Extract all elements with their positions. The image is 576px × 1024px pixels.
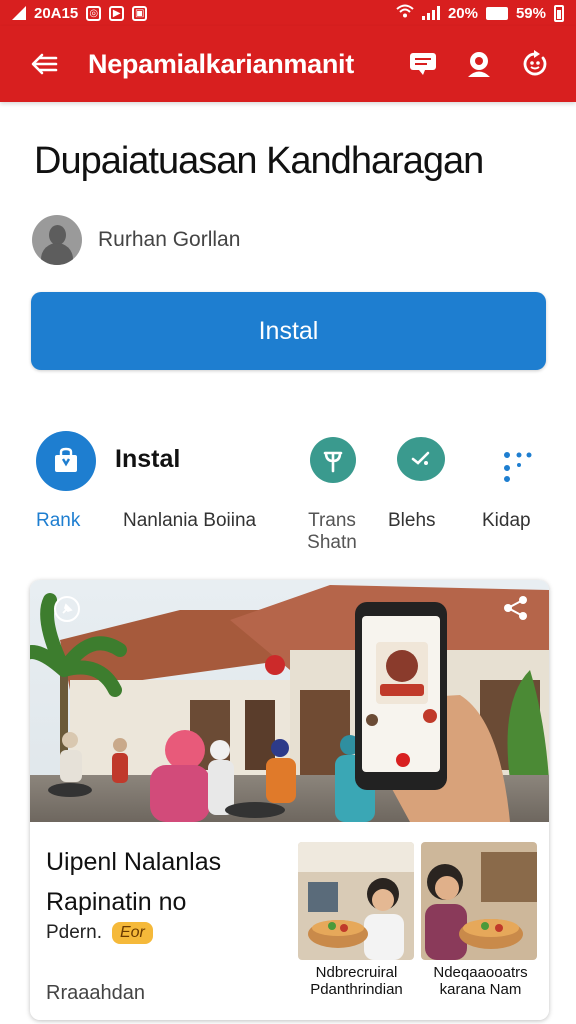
thumb-caption-2[interactable]: Ndeqaaooatrs karana Nam xyxy=(418,964,543,998)
app-notification-icon: ▣ xyxy=(132,5,148,21)
action-label-nanlania[interactable]: Nanlania Boiina xyxy=(123,510,256,532)
fork-icon[interactable] xyxy=(310,437,356,483)
status-bar: 20A15 ◎ ▶ ▣ 20% 59% xyxy=(0,0,576,26)
search-icon[interactable] xyxy=(464,49,494,79)
avatar xyxy=(32,215,82,265)
app-title: Nepamialkarianmanit xyxy=(88,48,354,79)
card-title[interactable]: Uipenl Nalanlas Rapinatin no xyxy=(46,842,296,922)
back-arrow-icon[interactable] xyxy=(0,26,88,102)
thumb-image-2[interactable] xyxy=(421,842,537,960)
card-footer: Rraaahdan xyxy=(46,982,145,1004)
battery-icon xyxy=(554,4,564,22)
install-inline-label[interactable]: Instal xyxy=(115,445,180,474)
chat-icon[interactable] xyxy=(408,49,438,79)
featured-card[interactable]: Uipenl Nalanlas Rapinatin no Pdern. Eor … xyxy=(30,580,549,1020)
thumb-image-1[interactable] xyxy=(298,842,414,960)
share-icon[interactable] xyxy=(502,594,532,624)
bag-icon[interactable] xyxy=(36,431,96,491)
battery-block-icon xyxy=(485,6,508,20)
signal-strength-icon xyxy=(12,6,26,20)
card-meta-text: Pdern. xyxy=(46,922,102,943)
action-label-rank[interactable]: Rank xyxy=(36,510,80,532)
author-row[interactable]: Rurhan Gorllan xyxy=(32,215,240,265)
card-body: Uipenl Nalanlas Rapinatin no Pdern. Eor … xyxy=(30,822,549,1020)
battery-percent: 59% xyxy=(515,4,546,22)
author-name: Rurhan Gorllan xyxy=(98,228,241,251)
card-meta-badge: Eor xyxy=(111,922,153,944)
action-label-kidap[interactable]: Kidap xyxy=(482,510,531,532)
media-icon: ▶ xyxy=(109,5,125,21)
pin-icon[interactable] xyxy=(54,596,80,622)
action-label-blehs[interactable]: Blehs xyxy=(388,510,436,532)
hero-image xyxy=(30,580,549,822)
page-title: Dupaiatuasan Kandharagan xyxy=(34,140,484,182)
dots-icon[interactable] xyxy=(490,440,536,486)
signal-percent: 20% xyxy=(447,4,478,22)
refresh-icon[interactable] xyxy=(520,49,550,79)
thumb-caption-1[interactable]: Ndbrecruiral Pdanthrindian xyxy=(294,964,419,998)
chat-check-icon[interactable] xyxy=(397,437,445,481)
wifi-icon xyxy=(396,4,414,22)
notification-icon: ◎ xyxy=(86,5,102,21)
action-label-trans[interactable]: Trans Shatn xyxy=(300,510,364,554)
status-time: 20A15 xyxy=(34,4,79,22)
cell-signal-icon xyxy=(421,6,440,20)
app-bar: Nepamialkarianmanit xyxy=(0,26,576,102)
card-meta: Pdern. Eor xyxy=(46,922,153,944)
install-button[interactable]: Instal xyxy=(31,292,546,370)
